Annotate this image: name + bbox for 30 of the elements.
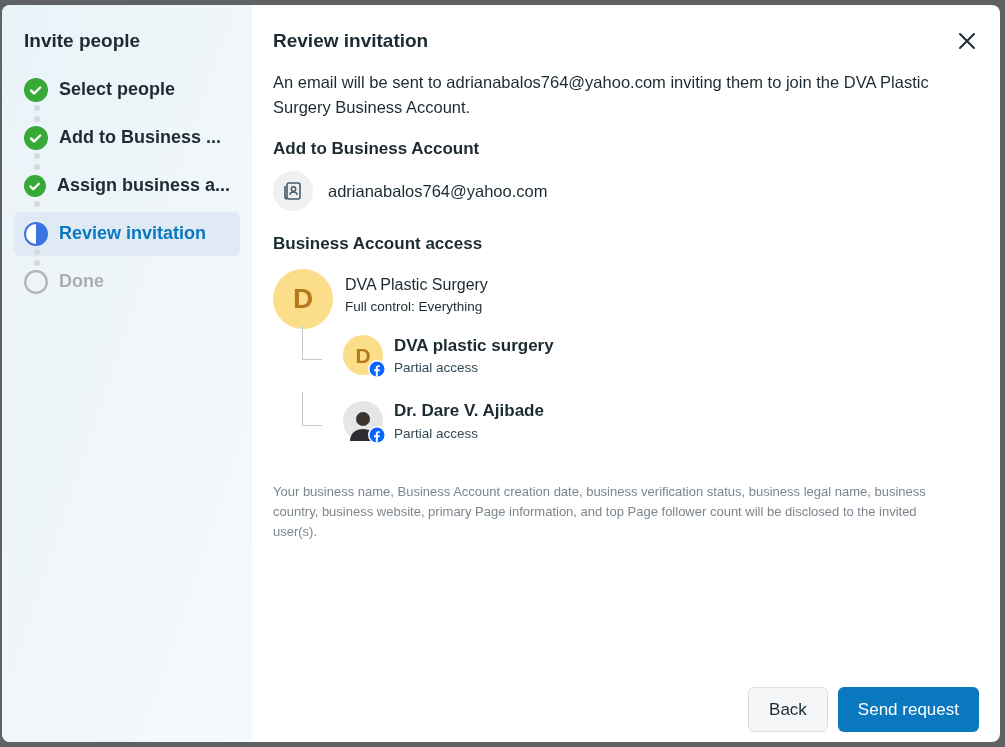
account-name: DVA Plastic Surgery <box>345 275 488 296</box>
empty-circle-icon <box>24 269 48 294</box>
contact-card-icon <box>273 171 313 211</box>
step-item[interactable]: Add to Business ... <box>14 115 240 160</box>
access-level: Full control: Everything <box>345 298 484 317</box>
check-circle-icon <box>24 77 48 102</box>
access-level: Partial access <box>394 359 480 377</box>
dialog-title: Review invitation <box>273 29 429 53</box>
email-address: adrianabalos764@yahoo.com <box>328 180 548 202</box>
asset-name: Dr. Dare V. Ajibade <box>394 400 544 423</box>
back-button[interactable]: Back <box>748 687 828 732</box>
connector-line <box>302 326 322 361</box>
sidebar-title: Invite people <box>23 29 142 53</box>
section-heading: Business Account access <box>273 233 484 255</box>
disclaimer-text: Your business name, Business Account creation date, business verification status, business legal name, business country, business website, primary Page information, and top Page follower count will be disclosed to the invited user(s). <box>273 483 927 541</box>
intro-text: An email will be sent to adrianabalos764@yahoo.com inviting them to join the DVA Plastic Surgery Business Account. <box>273 71 930 118</box>
half-circle-icon <box>24 221 48 246</box>
connector-line <box>302 392 322 427</box>
step-item[interactable]: Select people <box>14 67 240 112</box>
step-item[interactable]: Review invitation <box>14 211 240 256</box>
account-avatar: D <box>273 268 333 329</box>
check-circle-icon <box>24 173 46 198</box>
step-item[interactable]: Assign business a... <box>14 163 240 208</box>
access-level: Partial access <box>394 424 480 443</box>
asset-avatar: D <box>343 335 383 376</box>
section-heading: Add to Business Account <box>273 137 481 160</box>
close-icon <box>958 32 976 51</box>
send-request-button[interactable]: Send request <box>837 687 979 732</box>
check-circle-icon <box>24 125 48 150</box>
asset-name: DVA plastic surgery <box>394 334 554 357</box>
